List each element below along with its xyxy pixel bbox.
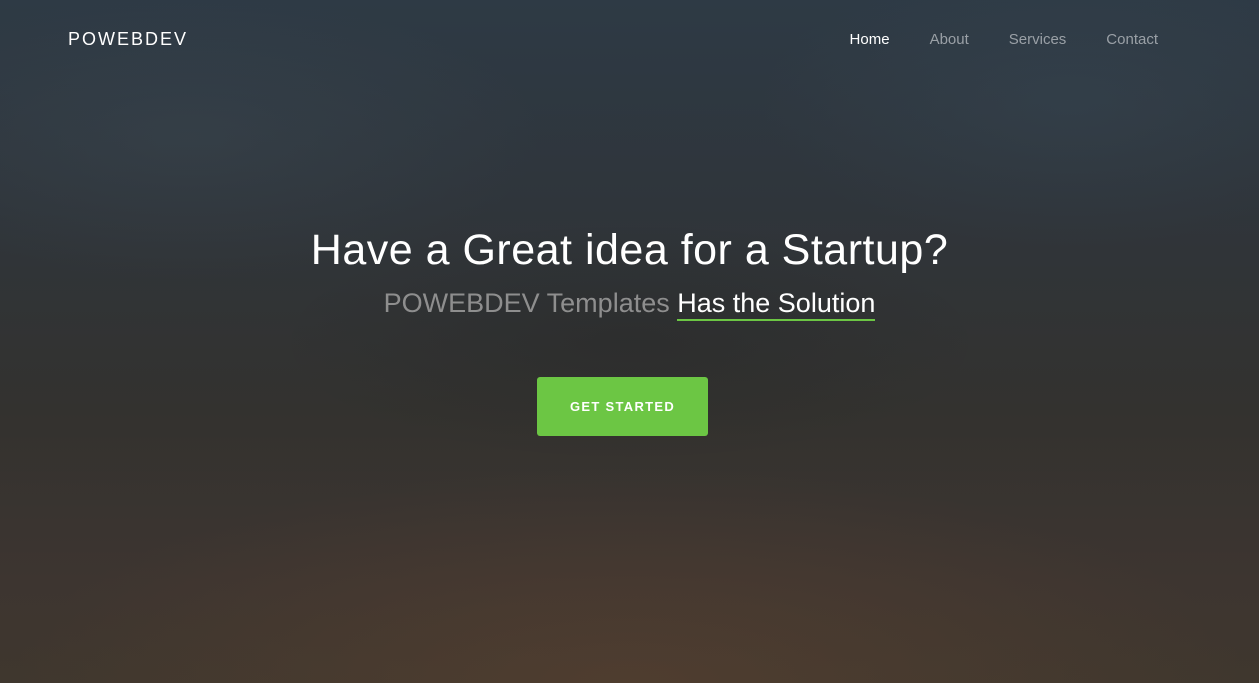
brand-logo[interactable]: POWEBDEV (68, 29, 188, 50)
hero-subheadline: POWEBDEV Templates Has the Solution (0, 286, 1259, 321)
subheadline-highlight: Has the Solution (677, 288, 876, 321)
nav-item-about[interactable]: About (930, 31, 969, 48)
hero-section: POWEBDEV Home About Services Contact Hav… (0, 0, 1259, 683)
nav-menu: Home About Services Contact (850, 31, 1158, 48)
navbar: POWEBDEV Home About Services Contact (0, 0, 1259, 80)
hero-content: Have a Great idea for a Startup? POWEBDE… (0, 224, 1259, 321)
hero-headline: Have a Great idea for a Startup? (310, 226, 949, 274)
nav-item-contact[interactable]: Contact (1106, 31, 1158, 48)
nav-item-home[interactable]: Home (850, 31, 890, 48)
subheadline-prefix: POWEBDEV Templates (383, 288, 670, 318)
get-started-button[interactable]: GET STARTED (537, 377, 708, 436)
nav-item-services[interactable]: Services (1009, 31, 1067, 48)
